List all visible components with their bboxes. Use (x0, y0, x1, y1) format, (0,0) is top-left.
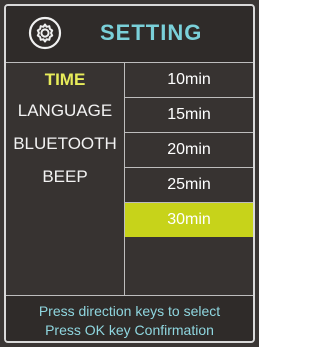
gear-icon (28, 16, 62, 50)
menu-item-beep[interactable]: BEEP (6, 167, 124, 187)
option-15min[interactable]: 15min (125, 98, 253, 132)
option-25min[interactable]: 25min (125, 168, 253, 202)
hint-line-confirm: Press OK key Confirmation (45, 322, 214, 338)
hint-line-select: Press direction keys to select (38, 303, 221, 319)
header-bar: SETTING (6, 6, 253, 62)
device-screen: SETTING TIME LANGUAGE BLUETOOTH BEEP 10m… (0, 0, 259, 347)
time-options-list: 10min 15min 20min 25min 30min (125, 63, 253, 295)
option-20min[interactable]: 20min (125, 133, 253, 167)
settings-panel: SETTING TIME LANGUAGE BLUETOOTH BEEP 10m… (4, 4, 255, 343)
option-30min-selected[interactable]: 30min (125, 203, 253, 237)
menu-item-time[interactable]: TIME (6, 70, 124, 90)
settings-menu: TIME LANGUAGE BLUETOOTH BEEP (6, 64, 124, 295)
page-title: SETTING (100, 20, 203, 45)
option-10min[interactable]: 10min (125, 63, 253, 97)
menu-item-language[interactable]: LANGUAGE (6, 101, 124, 121)
menu-item-bluetooth[interactable]: BLUETOOTH (6, 134, 124, 154)
footer-hint-bar: Press direction keys to select Press OK … (6, 296, 253, 341)
